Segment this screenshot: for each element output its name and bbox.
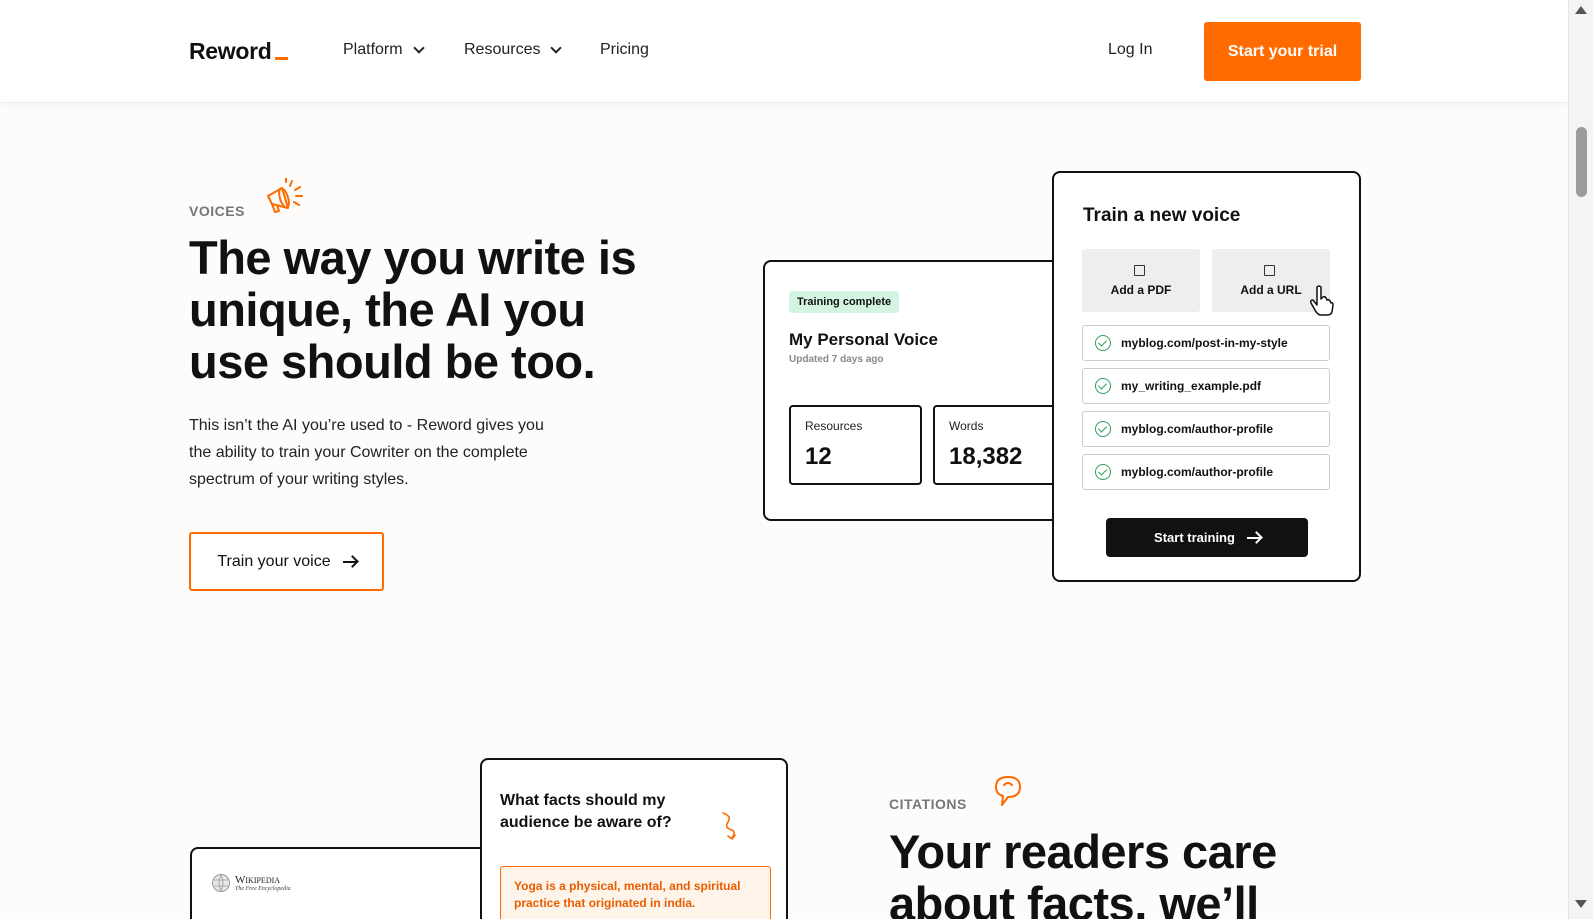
nav-pricing[interactable]: Pricing: [600, 41, 649, 59]
file-name: myblog.com/author-profile: [1121, 465, 1274, 479]
scroll-thumb[interactable]: [1576, 127, 1587, 197]
arrow-right-icon: [342, 560, 356, 563]
citations-headline-line: Your readers care: [889, 825, 1277, 878]
facts-question: What facts should my audience be aware o…: [500, 792, 672, 831]
stat-resources: Resources 12: [789, 405, 922, 485]
logo[interactable]: Reword: [189, 38, 288, 65]
nav-platform-label: Platform: [343, 41, 403, 58]
document-icon: [1134, 265, 1145, 276]
file-name: my_writing_example.pdf: [1121, 379, 1262, 393]
citations-eyebrow: CITATIONS: [889, 796, 967, 812]
document-icon: [1264, 265, 1275, 276]
check-circle-icon: [1095, 421, 1111, 437]
site-header: Reword Platform Resources Pricing Log In…: [0, 0, 1568, 103]
page-scrollbar[interactable]: [1568, 0, 1593, 919]
start-trial-button[interactable]: Start your trial: [1204, 22, 1361, 81]
file-row[interactable]: myblog.com/author-profile: [1082, 454, 1330, 490]
wikipedia-globe-icon: [212, 874, 230, 892]
check-circle-icon: [1095, 464, 1111, 480]
check-circle-icon: [1095, 378, 1111, 394]
add-pdf-label: Add a PDF: [1110, 283, 1172, 297]
status-badge: Training complete: [789, 291, 900, 313]
voice-updated: Updated 7 days ago: [789, 354, 884, 365]
hand-cursor-icon: [1310, 285, 1334, 316]
wikipedia-subtitle: The Free Encyclopedia: [235, 886, 291, 892]
stat-label: Resources: [805, 419, 863, 433]
stat-words: Words 18,382: [933, 405, 1066, 485]
nav-resources-label: Resources: [464, 41, 541, 58]
stat-value: 12: [805, 443, 832, 470]
file-name: myblog.com/author-profile: [1121, 422, 1274, 436]
voices-headline-line: unique, the AI you: [189, 283, 586, 336]
check-circle-icon: [1095, 335, 1111, 351]
stat-value: 18,382: [949, 443, 1023, 470]
citations-headline: Your readers care about facts, we’ll: [889, 826, 1277, 919]
arrow-right-icon: [1246, 536, 1260, 539]
start-training-label: Start training: [1154, 530, 1235, 545]
login-link[interactable]: Log In: [1108, 41, 1152, 59]
train-voice-card: Train a new voice Add a PDF Add a URL my…: [1052, 171, 1361, 582]
voices-description: This isn’t the AI you’re used to - Rewor…: [189, 417, 544, 488]
facts-card: What facts should my audience be aware o…: [480, 758, 788, 919]
quote-bubble-icon: [995, 776, 1021, 806]
voices-eyebrow: VOICES: [189, 203, 245, 219]
train-voice-label: Train your voice: [217, 552, 331, 570]
train-voice-button[interactable]: Train your voice: [189, 532, 384, 591]
nav-platform[interactable]: Platform: [343, 41, 425, 59]
voices-headline-line: The way you write is: [189, 231, 637, 284]
wikipedia-title: Wikipedia: [235, 874, 281, 886]
chevron-down-icon: [412, 41, 425, 54]
file-name: myblog.com/post-in-my-style: [1121, 336, 1288, 350]
logo-cursor: [274, 57, 288, 60]
file-row[interactable]: myblog.com/author-profile: [1082, 411, 1330, 447]
voices-headline: The way you write is unique, the AI you …: [189, 231, 637, 388]
chevron-down-icon: [550, 41, 563, 54]
stat-label: Words: [949, 419, 984, 433]
wikipedia-card: Wikipedia The Free Encyclopedia: [190, 847, 490, 919]
voice-card: Training complete My Personal Voice Upda…: [763, 260, 1066, 521]
nav-resources[interactable]: Resources: [464, 41, 563, 59]
voices-headline-line: use should be too.: [189, 335, 596, 388]
voice-title: My Personal Voice: [789, 330, 938, 349]
scroll-up-arrow[interactable]: [1575, 6, 1587, 14]
train-card-title: Train a new voice: [1083, 205, 1241, 226]
start-training-button[interactable]: Start training: [1106, 518, 1308, 557]
file-row[interactable]: my_writing_example.pdf: [1082, 368, 1330, 404]
nav-pricing-label: Pricing: [600, 41, 649, 58]
file-row[interactable]: myblog.com/post-in-my-style: [1082, 325, 1330, 361]
add-pdf-button[interactable]: Add a PDF: [1082, 249, 1200, 312]
citations-headline-line: about facts, we’ll: [889, 877, 1259, 919]
megaphone-icon: [267, 178, 303, 213]
fact-answer: Yoga is a physical, mental, and spiritua…: [500, 866, 771, 919]
scroll-down-arrow[interactable]: [1575, 900, 1587, 908]
squiggle-arrow-icon: [722, 812, 736, 840]
